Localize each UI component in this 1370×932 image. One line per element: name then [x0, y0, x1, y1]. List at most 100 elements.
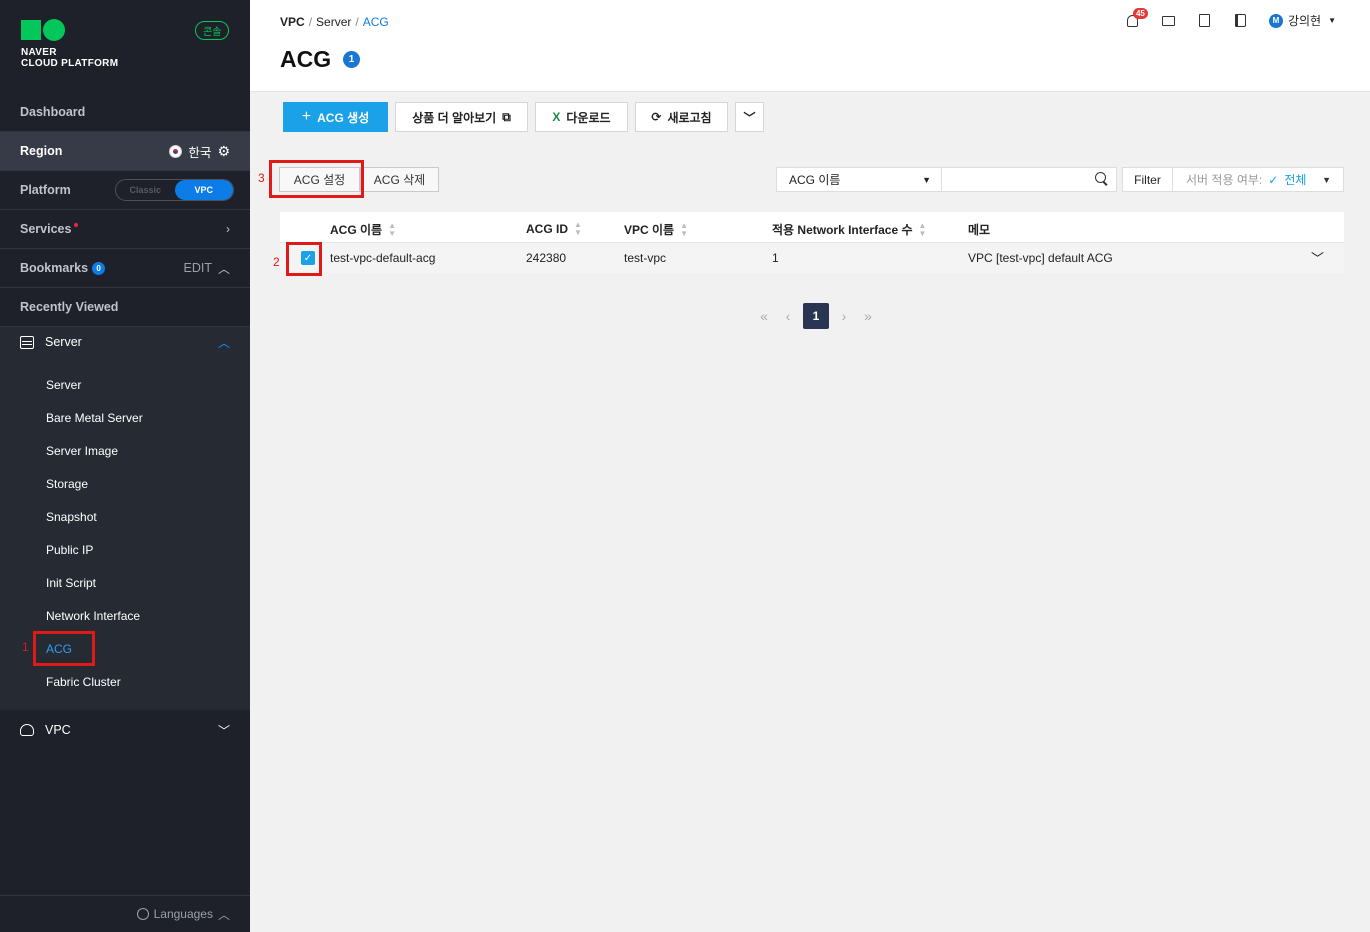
- new-dot-icon: [74, 223, 79, 227]
- ncp-logo[interactable]: NAVER CLOUD PLATFORM: [21, 19, 118, 69]
- nav-bookmarks[interactable]: Bookmarks 0 EDIT ︿: [0, 249, 250, 288]
- title-count-badge: 1: [343, 51, 360, 68]
- cell-acg-name: test-vpc-default-acg: [330, 251, 436, 265]
- cell-memo: VPC [test-vpc] default ACG: [968, 251, 1113, 265]
- last-page-icon[interactable]: »: [856, 303, 880, 329]
- column-label: ACG 이름: [330, 223, 383, 237]
- subnav-item-network-interface[interactable]: Network Interface: [46, 609, 140, 623]
- breadcrumb: VPC / Server / ACG: [280, 15, 389, 29]
- subnav-item-public-ip[interactable]: Public IP: [46, 543, 93, 557]
- nav-services[interactable]: Services ›: [0, 210, 250, 249]
- chevron-down-icon[interactable]: ﹀: [1311, 248, 1324, 267]
- subnav-item-server-image[interactable]: Server Image: [46, 444, 118, 458]
- monitor-icon: [1161, 15, 1175, 26]
- refresh-button[interactable]: ⟳ 새로고침: [635, 102, 728, 132]
- search-input[interactable]: [942, 167, 1117, 192]
- column-acg-id[interactable]: ACG ID ▲ ▼: [526, 221, 582, 237]
- acg-delete-button[interactable]: ACG 삭제: [360, 167, 439, 192]
- search-field-select[interactable]: ACG 이름 ▼: [776, 167, 942, 192]
- platform-vpc[interactable]: VPC: [174, 180, 233, 200]
- vpc-cloud-icon: [20, 724, 34, 736]
- server-applied-filter[interactable]: 서버 적용 여부: ✓ 전체 ▼: [1173, 167, 1344, 192]
- learn-more-label: 상품 더 알아보기: [412, 110, 497, 125]
- nav-group-server[interactable]: Server ︿: [0, 327, 250, 357]
- next-page-icon[interactable]: ›: [832, 303, 856, 329]
- check-icon: ✓: [1268, 172, 1279, 187]
- page-current[interactable]: 1: [803, 303, 829, 329]
- breadcrumb-item[interactable]: Server: [316, 15, 351, 29]
- column-vpc-name[interactable]: VPC 이름 ▲ ▼: [624, 221, 688, 238]
- breadcrumb-item[interactable]: VPC: [280, 15, 305, 29]
- filter-field-label: 서버 적용 여부:: [1186, 173, 1263, 187]
- nav-recently-viewed[interactable]: Recently Viewed: [0, 288, 250, 327]
- excel-icon: X: [552, 110, 561, 124]
- annotation-number: 2: [273, 255, 280, 269]
- nav-dashboard[interactable]: Dashboard: [0, 93, 250, 132]
- table-header: ACG 이름 ▲ ▼ ACG ID ▲ ▼ VPC 이름 ▲ ▼ 적용 Network…: [280, 212, 1344, 243]
- chevron-down-icon[interactable]: ﹀: [218, 722, 230, 739]
- column-label: 적용 Network Interface 수: [772, 223, 913, 237]
- create-acg-button[interactable]: + ACG 생성: [283, 102, 388, 132]
- annotation-highlight-box: [33, 631, 95, 666]
- nav-group-vpc-label: VPC: [45, 723, 71, 737]
- monitor-button[interactable]: [1161, 13, 1176, 28]
- subnav-item-init-script[interactable]: Init Script: [46, 576, 96, 590]
- chevron-up-icon[interactable]: ︿: [218, 334, 230, 351]
- nav-recently-viewed-label: Recently Viewed: [20, 300, 119, 314]
- book-icon: [1234, 14, 1246, 27]
- user-menu[interactable]: M 강의현 ▼: [1268, 12, 1336, 29]
- column-ni-count[interactable]: 적용 Network Interface 수 ▲ ▼: [772, 221, 926, 238]
- sort-icon: ▲ ▼: [388, 220, 397, 238]
- cell-vpc-name: test-vpc: [624, 251, 667, 265]
- external-link-icon: ⧉: [502, 109, 511, 124]
- main-content: VPC / Server / ACG ACG 1 45 M 강의현 ▼ + AC…: [250, 0, 1370, 932]
- sort-icon: ▲ ▼: [680, 220, 689, 238]
- learn-more-button[interactable]: 상품 더 알아보기 ⧉: [395, 102, 528, 132]
- subnav-item-fabric-cluster[interactable]: Fabric Cluster: [46, 675, 121, 689]
- annotation-number: 1: [22, 640, 29, 654]
- nav-dashboard-label: Dashboard: [20, 105, 86, 119]
- subnav-item-snapshot[interactable]: Snapshot: [46, 510, 97, 524]
- refresh-label: 새로고침: [667, 110, 712, 125]
- nav-group-server-label: Server: [45, 335, 82, 349]
- subnav-item-bare-metal-server[interactable]: Bare Metal Server: [46, 411, 143, 425]
- annotation-highlight-box: [269, 160, 364, 198]
- chevron-up-icon[interactable]: ︿: [218, 260, 230, 277]
- page-header: VPC / Server / ACG ACG 1 45 M 강의현 ▼: [250, 0, 1370, 92]
- download-button[interactable]: X 다운로드: [535, 102, 628, 132]
- cell-ni-count: 1: [772, 251, 779, 265]
- sort-icon: ▲ ▼: [574, 220, 582, 237]
- create-acg-label: ACG 생성: [317, 110, 370, 125]
- search-icon[interactable]: [1095, 172, 1106, 183]
- first-page-icon[interactable]: «: [752, 303, 776, 329]
- filter-button[interactable]: Filter: [1122, 167, 1173, 192]
- refresh-icon: ⟳: [651, 110, 662, 124]
- breadcrumb-current: ACG: [362, 15, 389, 29]
- console-badge[interactable]: 콘솔: [195, 21, 230, 40]
- breadcrumb-separator: /: [355, 15, 359, 29]
- nav-platform: Platform Classic VPC: [0, 171, 250, 210]
- subnav-item-storage[interactable]: Storage: [46, 477, 88, 491]
- table-row[interactable]: ✓ test-vpc-default-acg 242380 test-vpc 1…: [280, 243, 1344, 273]
- subnav-item-server[interactable]: Server: [46, 378, 81, 392]
- platform-classic[interactable]: Classic: [116, 180, 175, 200]
- guide-button[interactable]: [1233, 13, 1248, 28]
- nav-region[interactable]: Region 한국 ⚙: [0, 132, 250, 171]
- gear-icon[interactable]: ⚙: [217, 143, 230, 160]
- nav-region-label: Region: [20, 144, 63, 158]
- bookmarks-edit-button[interactable]: EDIT: [184, 261, 212, 275]
- more-dropdown-button[interactable]: ﹀: [735, 102, 764, 132]
- prev-page-icon[interactable]: ‹: [776, 303, 800, 329]
- nav-group-vpc[interactable]: VPC ﹀: [0, 712, 250, 748]
- platform-toggle[interactable]: Classic VPC: [115, 179, 234, 201]
- column-acg-name[interactable]: ACG 이름 ▲ ▼: [330, 221, 396, 238]
- notes-button[interactable]: [1197, 13, 1212, 28]
- languages-toggle[interactable]: Languages ︿: [0, 895, 250, 932]
- notification-button[interactable]: 45: [1125, 8, 1148, 28]
- search-field-value: ACG 이름: [789, 173, 841, 187]
- caret-down-icon: ▼: [922, 174, 931, 185]
- globe-icon: [136, 908, 149, 920]
- plus-icon: +: [301, 108, 312, 125]
- breadcrumb-separator: /: [308, 15, 313, 29]
- notification-count-badge: 45: [1132, 8, 1148, 19]
